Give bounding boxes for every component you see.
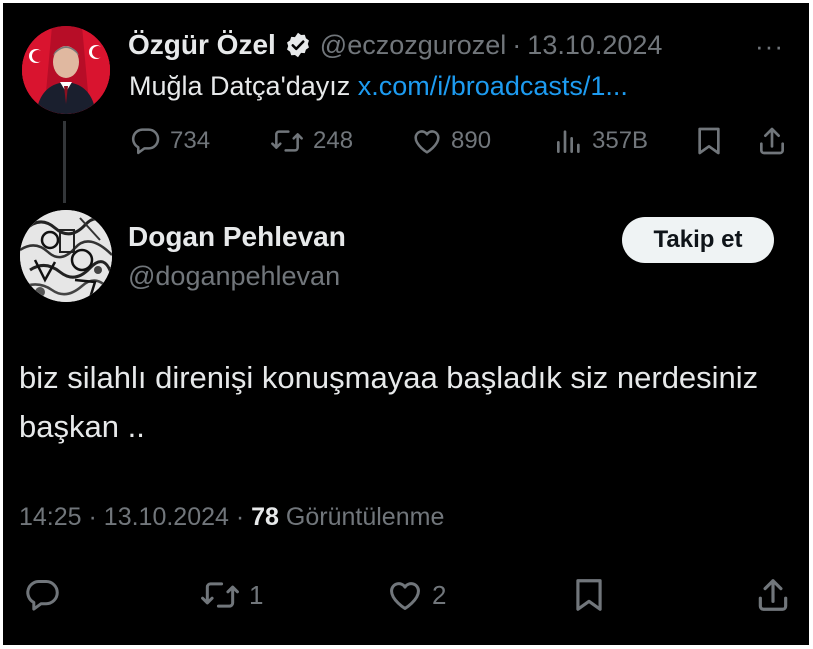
separator-dot: ·	[512, 29, 522, 60]
reply-like-button[interactable]: 2	[386, 573, 446, 617]
verified-badge-icon	[284, 31, 312, 59]
parent-tweet-text: Muğla Datça'dayız x.com/i/broadcasts/1..…	[129, 71, 628, 102]
parent-repost-button[interactable]: 248	[269, 123, 353, 159]
reply-repost-count: 1	[249, 579, 264, 610]
reply-like-count: 2	[432, 579, 447, 610]
repost-icon	[201, 582, 239, 608]
reply-share-button[interactable]	[754, 573, 792, 617]
parent-reply-button[interactable]: 734	[130, 123, 210, 159]
parent-tweet-date[interactable]: 13.10.2024	[527, 30, 662, 61]
parent-share-button[interactable]	[756, 123, 788, 159]
separator-dot: ·	[88, 503, 97, 531]
reply-tweet-actions: 1 2	[19, 573, 794, 617]
parent-like-count: 890	[451, 127, 492, 154]
more-options-icon[interactable]: ···	[755, 31, 784, 62]
parent-bookmark-button[interactable]	[694, 123, 724, 159]
repost-icon	[271, 130, 303, 152]
views-icon	[557, 130, 580, 153]
share-icon	[758, 579, 788, 611]
parent-views-count: 357B	[592, 127, 649, 154]
separator-dot: ·	[235, 503, 245, 531]
reply-tweet-meta: 14:25 · 13.10.2024 · 78 Görüntülenme	[19, 503, 444, 532]
reply-author-avatar[interactable]	[20, 210, 112, 302]
reply-tweet-date[interactable]: 13.10.2024	[104, 503, 229, 531]
broadcast-link[interactable]: x.com/i/broadcasts/1...	[358, 71, 628, 101]
parent-tweet-header: Özgür Özel @eczozgurozel · 13.10.2024	[128, 25, 662, 65]
reply-reply-button[interactable]	[24, 573, 62, 617]
heart-icon	[390, 582, 420, 610]
reply-views-count[interactable]: 78	[251, 503, 279, 531]
parent-tweet-actions: 734 248 890 357B	[128, 123, 793, 159]
bookmark-icon	[698, 127, 720, 155]
heart-icon	[414, 130, 440, 154]
reply-repost-button[interactable]: 1	[199, 573, 263, 617]
reply-author-name[interactable]: Dogan Pehlevan	[128, 221, 346, 253]
reply-views-label[interactable]: Görüntülenme	[286, 503, 444, 531]
reply-author-handle[interactable]: @doganpehlevan	[128, 261, 340, 292]
parent-repost-count: 248	[313, 127, 354, 154]
parent-author-handle[interactable]: @eczozgurozel	[320, 30, 507, 61]
parent-author-avatar[interactable]	[22, 26, 110, 114]
parent-author-name[interactable]: Özgür Özel	[128, 29, 276, 61]
reply-icon	[131, 128, 160, 155]
thread-connector-line	[63, 121, 66, 203]
parent-views-button[interactable]: 357B	[554, 123, 648, 159]
tweet-thread-frame: Özgür Özel @eczozgurozel · 13.10.2024 ··…	[3, 3, 809, 645]
share-icon	[760, 127, 784, 155]
bookmark-icon	[576, 579, 602, 611]
reply-bookmark-button[interactable]	[571, 573, 607, 617]
parent-like-button[interactable]: 890	[411, 123, 491, 159]
parent-reply-count: 734	[170, 127, 211, 154]
reply-tweet-text: biz silahlı direnişi konuşmayaa başladık…	[19, 360, 759, 444]
follow-button[interactable]: Takip et	[622, 217, 774, 263]
reply-icon	[26, 580, 59, 611]
reply-tweet-time[interactable]: 14:25	[19, 503, 82, 531]
parent-tweet-body: Muğla Datça'dayız	[129, 71, 358, 101]
